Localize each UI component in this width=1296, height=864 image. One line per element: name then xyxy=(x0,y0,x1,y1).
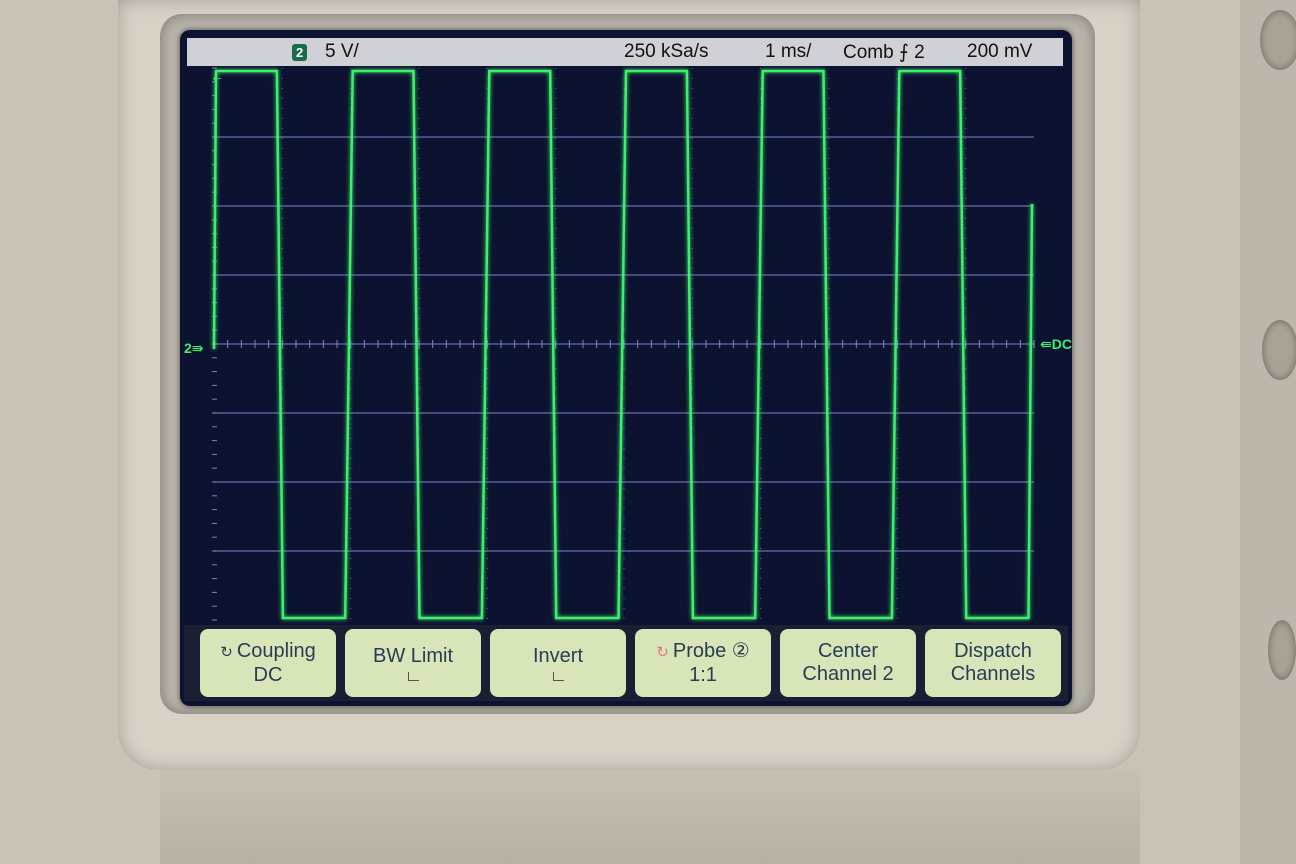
rotate-icon: ↻ xyxy=(656,643,669,661)
bw-limit-softkey[interactable]: BW Limit xyxy=(345,629,481,697)
dc-marker: ⇚DC xyxy=(1040,336,1072,352)
bezel-lower xyxy=(160,770,1140,864)
softkey-value: DC xyxy=(253,663,283,686)
probe-softkey[interactable]: ↻ Probe ② 1:1 xyxy=(635,629,771,697)
arrow-up-down-icon[interactable] xyxy=(1268,620,1296,680)
softkey-bar: ↻ Coupling DC BW Limit Invert ↻ Probe ② 1:… xyxy=(184,625,1068,701)
control-panel xyxy=(1240,0,1296,864)
waveform-display xyxy=(212,67,1035,621)
channel-number: 2 xyxy=(292,44,308,61)
trigger-level: 200 mV xyxy=(967,41,1033,62)
sample-rate: 250 kSa/s xyxy=(624,41,709,62)
control-knob[interactable] xyxy=(1262,320,1296,380)
softkey-label: Invert xyxy=(532,645,584,667)
checkbox-icon xyxy=(407,672,419,681)
oscilloscope-screen: 2 5 V/ 250 kSa/s 1 ms/ Comb ⨍ 2 200 mV ←… xyxy=(180,30,1072,706)
trigger-mode: Comb ⨍ 2 xyxy=(843,42,925,63)
dispatch-channels-softkey[interactable]: Dispatch Channels xyxy=(925,629,1061,697)
softkey-value: 1:1 xyxy=(689,663,717,686)
rotate-icon: ↻ xyxy=(220,643,233,661)
softkey-value: Channels xyxy=(950,663,1036,685)
control-knob[interactable] xyxy=(1260,10,1296,70)
status-bar: 2 5 V/ 250 kSa/s 1 ms/ Comb ⨍ 2 200 mV xyxy=(187,38,1063,66)
softkey-label: Dispatch xyxy=(954,640,1032,662)
softkey-label: BW Limit xyxy=(373,645,453,667)
coupling-softkey[interactable]: ↻ Coupling DC xyxy=(200,629,336,697)
softkey-label: Probe ② xyxy=(672,639,750,662)
center-channel-softkey[interactable]: Center Channel 2 xyxy=(780,629,916,697)
ground-marker: 2⇛ xyxy=(184,340,204,356)
softkey-label: Center xyxy=(817,640,879,662)
softkey-label: Coupling xyxy=(236,639,316,662)
volts-per-division: 5 V/ xyxy=(325,41,359,62)
invert-softkey[interactable]: Invert xyxy=(490,629,626,697)
trigger-arrow-icon: ← xyxy=(210,68,224,84)
checkbox-icon xyxy=(552,672,564,681)
softkey-value: Channel 2 xyxy=(802,663,894,685)
timebase: 1 ms/ xyxy=(765,41,812,62)
